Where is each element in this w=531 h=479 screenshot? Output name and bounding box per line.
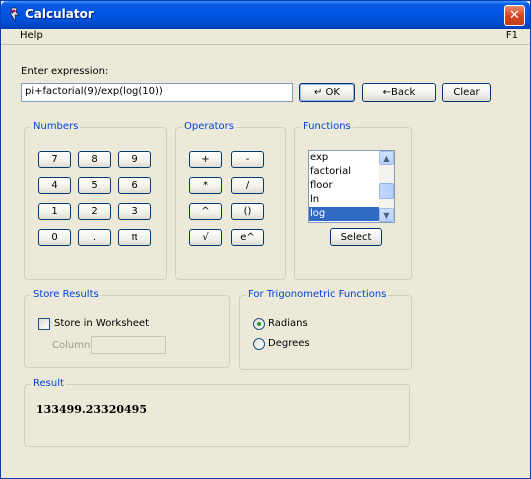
key-decimal[interactable]: . [78,229,111,246]
radians-radio[interactable] [253,318,265,330]
close-button[interactable]: ✕ [504,5,525,26]
key-1[interactable]: 1 [38,203,71,220]
scroll-up-icon[interactable]: ▲ [379,151,394,165]
expression-prompt: Enter expression: [21,66,109,77]
operators-group: Operators + - * / ^ () √ e^ [175,121,286,280]
key-5[interactable]: 5 [78,177,111,194]
list-item[interactable]: floor [309,179,379,193]
trig-group-title: For Trigonometric Functions [246,289,389,300]
key-6[interactable]: 6 [118,177,151,194]
store-worksheet-checkbox[interactable] [38,318,50,330]
key-0[interactable]: 0 [38,229,71,246]
radio-selected-dot-icon [257,322,261,326]
calculator-window: Calculator ✕ Help F1 Enter expression: p… [0,0,531,479]
numbers-group-title: Numbers [31,121,81,132]
key-pi[interactable]: π [118,229,151,246]
scroll-thumb[interactable] [379,183,394,199]
store-results-group: Store Results [24,289,230,368]
key-9[interactable]: 9 [118,151,151,168]
degrees-label[interactable]: Degrees [268,338,310,349]
list-item[interactable]: factorial [309,165,379,179]
close-icon: ✕ [509,8,520,23]
store-group-title: Store Results [31,289,101,300]
numbers-group: Numbers 7 8 9 4 5 6 1 2 3 0 . π [24,121,167,280]
radians-label[interactable]: Radians [268,318,308,329]
functions-listbox[interactable]: exp factorial floor ln log ▲ ▼ [308,150,395,223]
functions-scrollbar[interactable]: ▲ ▼ [379,151,394,222]
key-minus[interactable]: - [231,151,264,168]
title-bar[interactable]: Calculator ✕ [1,1,530,29]
list-item[interactable]: ln [309,193,379,207]
calculator-app-icon [9,7,20,23]
key-4[interactable]: 4 [38,177,71,194]
list-item-selected[interactable]: log [309,207,379,221]
key-divide[interactable]: / [231,177,264,194]
back-button[interactable]: ←Back [362,83,436,102]
menu-bar: Help F1 [1,29,530,45]
key-exp[interactable]: e^ [231,229,264,246]
list-item[interactable]: exp [309,151,379,165]
degrees-radio[interactable] [253,338,265,350]
column-field [91,336,166,354]
operators-group-title: Operators [182,121,236,132]
key-7[interactable]: 7 [38,151,71,168]
key-parentheses[interactable]: () [231,203,264,220]
help-shortcut-label: F1 [505,30,518,41]
key-plus[interactable]: + [189,151,222,168]
result-value: 133499.23320495 [36,403,147,416]
functions-group: Functions exp factorial floor ln log ▲ ▼ [294,121,412,280]
clear-button[interactable]: Clear [442,83,491,102]
store-worksheet-label[interactable]: Store in Worksheet [54,318,149,329]
key-multiply[interactable]: * [189,177,222,194]
column-label: Column: [52,340,94,351]
trig-group: For Trigonometric Functions [239,289,412,370]
key-sqrt[interactable]: √ [189,229,222,246]
expression-input[interactable]: pi+factorial(9)/exp(log(10)) [21,83,293,102]
result-group-title: Result [31,378,66,389]
window-title: Calculator [25,7,94,21]
key-power[interactable]: ^ [189,203,222,220]
scroll-down-icon[interactable]: ▼ [379,208,394,222]
key-3[interactable]: 3 [118,203,151,220]
ok-button[interactable]: ↵ OK [299,83,355,102]
menu-help[interactable]: Help [20,30,43,41]
functions-group-title: Functions [301,121,353,132]
select-button[interactable]: Select [330,228,382,246]
key-8[interactable]: 8 [78,151,111,168]
key-2[interactable]: 2 [78,203,111,220]
